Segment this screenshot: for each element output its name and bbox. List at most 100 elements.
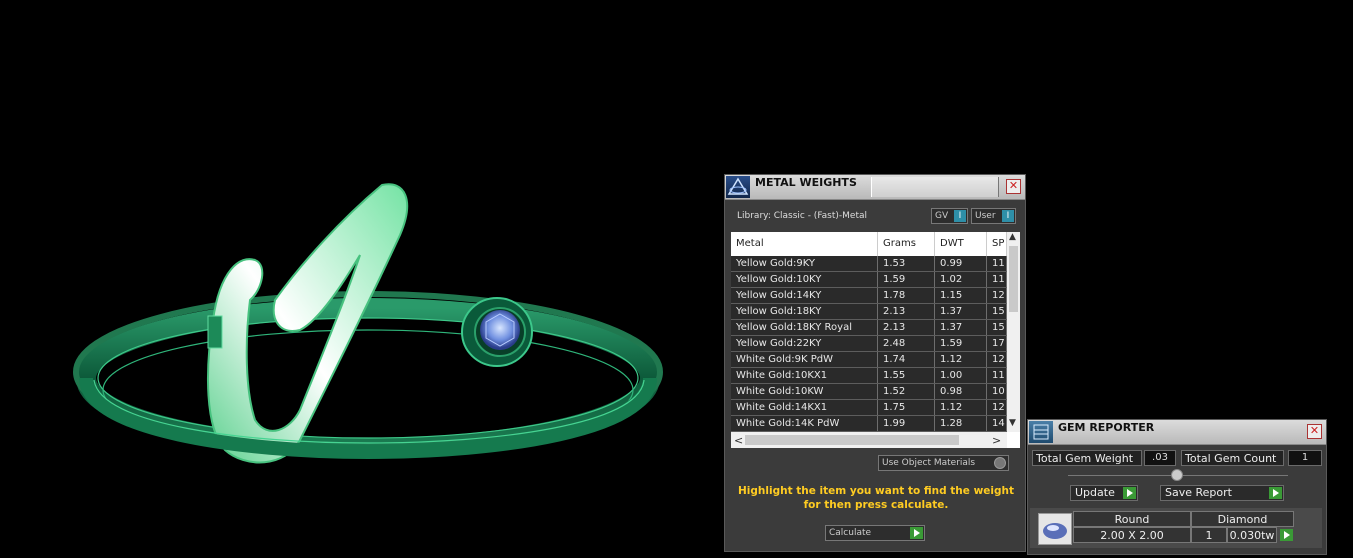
gem-reporter-panel: GEM REPORTER ✕ Total Gem Weight .03 Tota… (1027, 419, 1327, 555)
table-row[interactable]: White Gold:14K PdW 1.99 1.28 14 (731, 416, 1007, 432)
table-cell: White Gold:10KW (731, 384, 878, 399)
gem-reporter-icon (1029, 421, 1053, 443)
toggle-switch-icon: I (1002, 210, 1014, 222)
table-cell: 11 (987, 272, 1007, 287)
table-cell: 11 (987, 256, 1007, 271)
gem-count: 1 (1191, 527, 1227, 543)
metal-weights-panel: METAL WEIGHTS ✕ Library: Classic - (Fast… (724, 174, 1026, 552)
table-cell: White Gold:9K PdW (731, 352, 878, 367)
play-icon (1123, 487, 1136, 499)
table-cell: 0.98 (935, 384, 987, 399)
table-cell: 1.12 (935, 400, 987, 415)
save-report-label: Save Report (1165, 486, 1232, 499)
table-cell: 12 (987, 288, 1007, 303)
table-cell: 1.78 (878, 288, 935, 303)
use-object-materials-toggle[interactable]: Use Object Materials (878, 455, 1009, 471)
table-cell: Yellow Gold:9KY (731, 256, 878, 271)
metal-table-body: Yellow Gold:9KY 1.53 0.99 11 Yellow Gold:10K… (731, 256, 1007, 432)
metal-table: Metal Grams DWT SP Yellow Gold:9KY 1.53 0.… (731, 232, 1020, 448)
col-header-sp[interactable]: SP (987, 232, 1007, 256)
play-icon[interactable] (1280, 529, 1293, 541)
calculate-label: Calculate (829, 528, 872, 538)
total-gem-weight-label: Total Gem Weight (1032, 450, 1142, 466)
instruction-text: Highlight the item you want to find the … (738, 485, 1014, 511)
metal-table-header: Metal Grams DWT SP (731, 232, 1007, 256)
col-header-grams[interactable]: Grams (878, 232, 935, 256)
close-icon[interactable]: ✕ (1307, 424, 1322, 439)
table-cell: Yellow Gold:22KY (731, 336, 878, 351)
table-cell: 1.15 (935, 288, 987, 303)
scroll-thumb[interactable] (745, 435, 959, 445)
scroll-up-icon[interactable]: ▲ (1009, 232, 1016, 242)
titlebar-tab (871, 177, 999, 197)
table-cell: 1.55 (878, 368, 935, 383)
user-toggle[interactable]: User I (971, 208, 1016, 224)
play-icon (1269, 487, 1282, 499)
table-cell: 2.13 (878, 320, 935, 335)
user-toggle-label: User (975, 211, 996, 221)
table-cell: 1.02 (935, 272, 987, 287)
scroll-down-icon[interactable]: ▼ (1009, 418, 1016, 428)
table-cell: 2.13 (878, 304, 935, 319)
update-label: Update (1075, 486, 1115, 499)
col-header-dwt[interactable]: DWT (935, 232, 987, 256)
scroll-left-icon[interactable]: < (734, 434, 743, 447)
library-label: Library: Classic - (Fast)-Metal (737, 211, 868, 221)
metal-weights-icon (726, 176, 750, 198)
table-cell: 15 (987, 304, 1007, 319)
gv-toggle[interactable]: GV I (931, 208, 968, 224)
close-icon[interactable]: ✕ (1006, 179, 1021, 194)
collapse-handle[interactable] (1171, 469, 1183, 481)
table-cell: 1.53 (878, 256, 935, 271)
table-cell: 1.75 (878, 400, 935, 415)
table-row[interactable]: White Gold:14KX1 1.75 1.12 12 (731, 400, 1007, 416)
table-cell: Yellow Gold:10KY (731, 272, 878, 287)
table-row[interactable]: Yellow Gold:10KY 1.59 1.02 11 (731, 272, 1007, 288)
table-row[interactable]: Yellow Gold:18KY Royal 2.13 1.37 15 (731, 320, 1007, 336)
horizontal-scrollbar[interactable]: < > (731, 432, 1007, 448)
gem-type: Diamond (1191, 511, 1294, 527)
gem-reporter-title: GEM REPORTER (1058, 421, 1155, 434)
round-gem-icon (1038, 513, 1072, 545)
table-row[interactable]: White Gold:10KX1 1.55 1.00 11 (731, 368, 1007, 384)
metal-weights-titlebar[interactable]: METAL WEIGHTS ✕ (725, 175, 1025, 200)
table-cell: Yellow Gold:18KY (731, 304, 878, 319)
table-row[interactable]: Yellow Gold:18KY 2.13 1.37 15 (731, 304, 1007, 320)
scroll-thumb[interactable] (1009, 246, 1018, 312)
table-cell: 12 (987, 352, 1007, 367)
vertical-scrollbar[interactable]: ▲ ▼ (1007, 232, 1020, 432)
table-cell: 2.48 (878, 336, 935, 351)
table-row[interactable]: White Gold:10KW 1.52 0.98 10 (731, 384, 1007, 400)
gem-reporter-titlebar[interactable]: GEM REPORTER ✕ (1028, 420, 1326, 445)
table-cell: 1.28 (935, 416, 987, 431)
table-cell: 1.52 (878, 384, 935, 399)
table-row[interactable]: Yellow Gold:9KY 1.53 0.99 11 (731, 256, 1007, 272)
table-row[interactable]: Yellow Gold:22KY 2.48 1.59 17 (731, 336, 1007, 352)
table-cell: 1.37 (935, 320, 987, 335)
table-cell: Yellow Gold:14KY (731, 288, 878, 303)
metal-weights-title: METAL WEIGHTS (755, 176, 857, 189)
total-gem-count-value: 1 (1288, 450, 1322, 466)
table-cell: 0.99 (935, 256, 987, 271)
table-cell: White Gold:14KX1 (731, 400, 878, 415)
play-icon[interactable] (910, 527, 923, 539)
total-gem-count-label: Total Gem Count (1181, 450, 1284, 466)
col-header-metal[interactable]: Metal (731, 232, 878, 256)
gv-toggle-label: GV (935, 211, 949, 221)
save-report-button[interactable]: Save Report (1160, 485, 1284, 501)
table-cell: 14 (987, 416, 1007, 431)
table-row[interactable]: White Gold:9K PdW 1.74 1.12 12 (731, 352, 1007, 368)
table-cell: White Gold:14K PdW (731, 416, 878, 431)
gem-list-item[interactable]: Round Diamond 2.00 X 2.00 1 0.030tw (1030, 508, 1322, 548)
calculate-select[interactable]: Calculate (825, 525, 925, 541)
scroll-right-icon[interactable]: > (992, 434, 1001, 447)
table-row[interactable]: Yellow Gold:14KY 1.78 1.15 12 (731, 288, 1007, 304)
table-cell: 10 (987, 384, 1007, 399)
table-cell: 1.99 (878, 416, 935, 431)
table-cell: 1.00 (935, 368, 987, 383)
toggle-switch-icon: I (954, 210, 966, 222)
total-gem-weight-value: .03 (1144, 450, 1176, 466)
table-cell: 15 (987, 320, 1007, 335)
update-button[interactable]: Update (1070, 485, 1138, 501)
table-cell: 12 (987, 400, 1007, 415)
